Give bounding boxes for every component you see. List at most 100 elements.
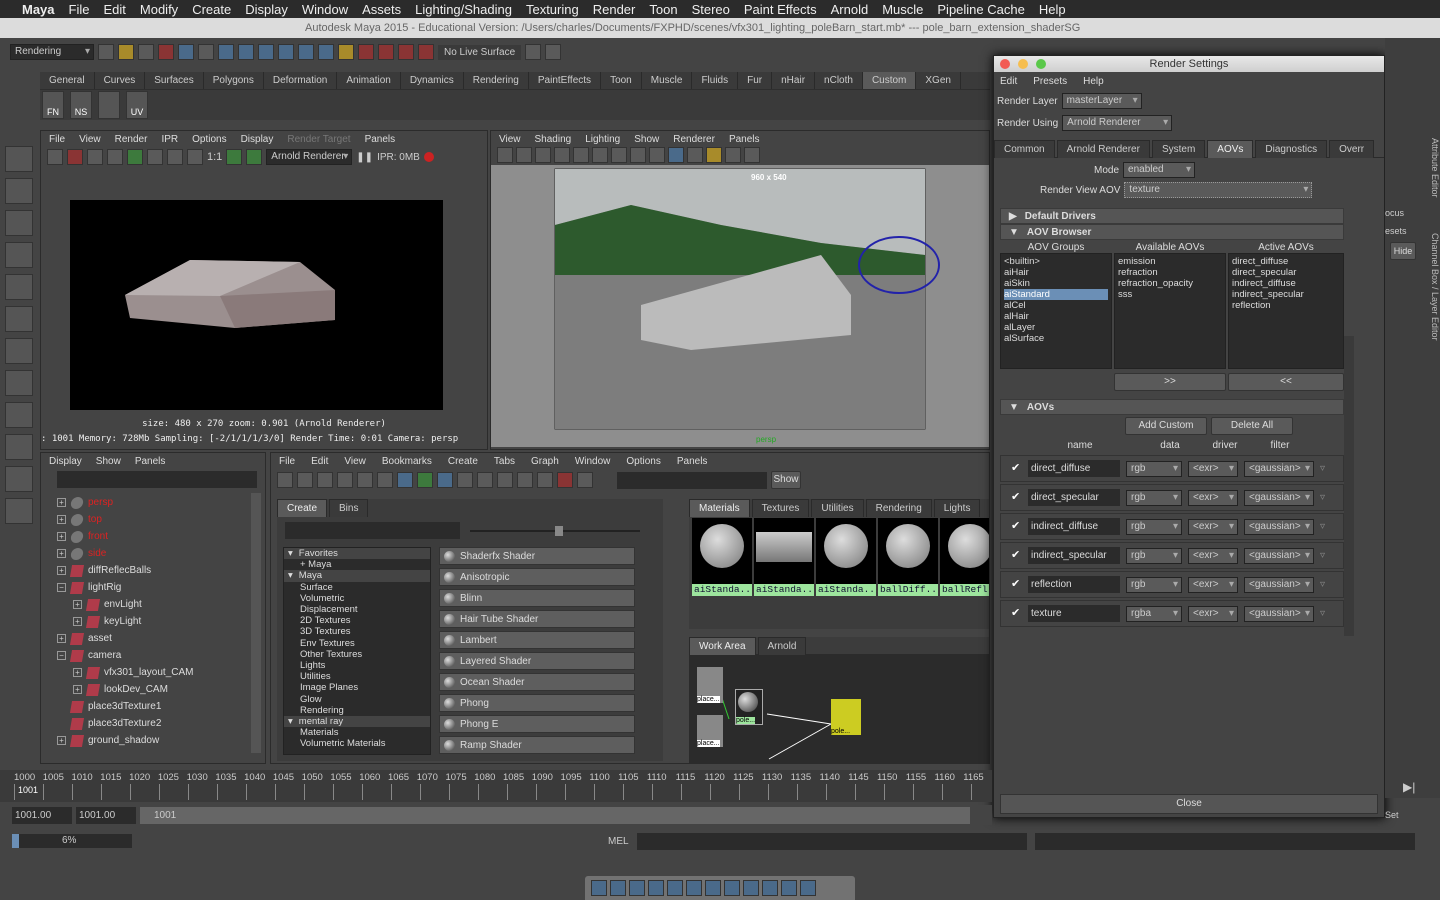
menu-modify[interactable]: Modify bbox=[140, 2, 178, 17]
expand-toggle-icon[interactable]: + bbox=[57, 634, 66, 643]
category-item[interactable]: Surface bbox=[284, 582, 430, 593]
aov-name-field[interactable]: texture bbox=[1028, 605, 1120, 622]
aov-groups-list[interactable]: <builtin> aiHair aiSkin aiStandard alCel alHa… bbox=[1000, 253, 1112, 369]
menu-edit[interactable]: Edit bbox=[103, 2, 125, 17]
expand-toggle-icon[interactable]: + bbox=[57, 566, 66, 575]
shader-button[interactable]: Anisotropic bbox=[439, 568, 635, 586]
start-time-field[interactable]: 1001.00 bbox=[12, 806, 72, 824]
enabled-checkbox[interactable]: ✔ bbox=[1011, 463, 1022, 474]
lasso-tool-icon[interactable] bbox=[5, 178, 33, 204]
shader-button[interactable]: Layered Shader bbox=[439, 652, 635, 670]
shelf-tab-surfaces[interactable]: Surfaces bbox=[145, 72, 204, 89]
render-settings-menu-item[interactable]: Help bbox=[1083, 76, 1104, 87]
aov-data-dropdown[interactable]: rgb bbox=[1126, 489, 1182, 506]
menu-stereo[interactable]: Stereo bbox=[692, 2, 730, 17]
close-button[interactable]: Close bbox=[1000, 794, 1378, 814]
shelf-tab-custom[interactable]: Custom bbox=[862, 72, 917, 89]
collapse-arrow-icon[interactable]: ▾ bbox=[288, 548, 293, 559]
menu-arnold[interactable]: Arnold bbox=[831, 2, 869, 17]
remove-image-icon[interactable] bbox=[246, 149, 263, 165]
display-icon[interactable] bbox=[147, 149, 163, 165]
render-view-menu-item[interactable]: Render Target bbox=[287, 134, 350, 145]
aov-name-field[interactable]: direct_specular bbox=[1028, 489, 1120, 506]
aov-driver-dropdown[interactable]: <exr> bbox=[1188, 460, 1238, 477]
launchpad-icon[interactable] bbox=[610, 880, 626, 896]
aovs-section[interactable]: ▼ AOVs bbox=[1000, 399, 1344, 415]
region-icon[interactable] bbox=[107, 149, 123, 165]
outliner-menu-item[interactable]: Display bbox=[49, 456, 82, 467]
panel-icon[interactable] bbox=[525, 44, 542, 60]
aov-name-field[interactable]: indirect_diffuse bbox=[1028, 518, 1120, 535]
tab-aovs[interactable]: AOVs bbox=[1207, 139, 1254, 158]
scale-tool-icon[interactable] bbox=[5, 306, 33, 332]
category-item[interactable]: ▾ mental ray bbox=[284, 716, 430, 728]
shader-button[interactable]: Hair Tube Shader bbox=[439, 610, 635, 628]
expand-toggle-icon[interactable]: + bbox=[57, 515, 66, 524]
shader-button[interactable]: Blinn bbox=[439, 589, 635, 607]
render-settings-scrollbar[interactable] bbox=[1344, 336, 1354, 636]
delete-all-button[interactable]: Delete All bbox=[1211, 417, 1293, 435]
render-frame-icon[interactable] bbox=[47, 149, 63, 165]
snap-point-icon[interactable] bbox=[258, 44, 274, 60]
aov-group-item[interactable]: aiSkin bbox=[1004, 278, 1108, 289]
shader-button[interactable]: Shaderfx Shader bbox=[439, 547, 635, 565]
create-tab-create[interactable]: Create bbox=[277, 498, 328, 517]
show-button[interactable]: Show bbox=[771, 471, 801, 489]
hypershade-menu-item[interactable]: Create bbox=[448, 456, 478, 467]
shelf-tab-deformation[interactable]: Deformation bbox=[264, 72, 338, 89]
render-view-menu-item[interactable]: Options bbox=[192, 134, 226, 145]
expand-toggle-icon[interactable] bbox=[57, 719, 66, 728]
outliner-item[interactable]: + top bbox=[57, 511, 265, 528]
ratio-button[interactable]: 1:1 bbox=[207, 151, 222, 163]
pause-icon[interactable]: ❚❚ bbox=[356, 152, 373, 163]
work-tab-work-area[interactable]: Work Area bbox=[689, 636, 756, 655]
aov-filter-dropdown[interactable]: <gaussian> bbox=[1244, 460, 1314, 477]
expand-toggle-icon[interactable]: + bbox=[73, 600, 82, 609]
active-aovs-list[interactable]: direct_diffuse direct_specular indirect_di… bbox=[1228, 253, 1344, 369]
shelf-tab-animation[interactable]: Animation bbox=[337, 72, 401, 89]
viewport-menu-item[interactable]: Renderer bbox=[673, 134, 715, 145]
outliner-item[interactable]: + diffReflecBalls bbox=[57, 562, 265, 579]
shader-button[interactable]: Phong E bbox=[439, 715, 635, 733]
skype-icon[interactable] bbox=[686, 880, 702, 896]
aov-options-arrow-icon[interactable]: ▿ bbox=[1320, 521, 1325, 532]
expand-toggle-icon[interactable]: + bbox=[73, 685, 82, 694]
aov-filter-dropdown[interactable]: <gaussian> bbox=[1244, 489, 1314, 506]
aov-filter-dropdown[interactable]: <gaussian> bbox=[1244, 605, 1314, 622]
active-aov-item[interactable]: direct_diffuse bbox=[1232, 256, 1340, 267]
render-layer-dropdown[interactable]: masterLayer bbox=[1061, 93, 1142, 109]
last-tool-icon[interactable] bbox=[5, 338, 33, 364]
ipr-render-icon[interactable] bbox=[67, 149, 83, 165]
expand-toggle-icon[interactable]: + bbox=[73, 668, 82, 677]
shelf-tab-nhair[interactable]: nHair bbox=[772, 72, 816, 89]
active-aov-item[interactable]: indirect_specular bbox=[1232, 289, 1340, 300]
snapshot-icon[interactable] bbox=[87, 149, 103, 165]
alpha-icon[interactable] bbox=[187, 149, 203, 165]
shelf-tab-muscle[interactable]: Muscle bbox=[642, 72, 693, 89]
rotate-tool-icon[interactable] bbox=[5, 274, 33, 300]
render-settings-menu-item[interactable]: Presets bbox=[1033, 76, 1067, 87]
menu-display[interactable]: Display bbox=[245, 2, 288, 17]
aov-browser-section[interactable]: ▼ AOV Browser bbox=[1000, 224, 1344, 240]
collapse-arrow-icon[interactable]: ▾ bbox=[288, 570, 293, 581]
menu-paint-effects[interactable]: Paint Effects bbox=[744, 2, 817, 17]
hypershade-menu-item[interactable]: Panels bbox=[677, 456, 708, 467]
mail-icon[interactable] bbox=[667, 880, 683, 896]
shelf-tab-general[interactable]: General bbox=[40, 72, 95, 89]
preview-icon[interactable] bbox=[743, 880, 759, 896]
bin-tab-lights[interactable]: Lights bbox=[933, 498, 981, 517]
safari-icon[interactable] bbox=[648, 880, 664, 896]
shader-button[interactable]: Ocean Shader bbox=[439, 673, 635, 691]
expand-toggle-icon[interactable]: + bbox=[57, 549, 66, 558]
material-swatch[interactable]: aiStanda... bbox=[754, 518, 814, 596]
menu-render[interactable]: Render bbox=[593, 2, 636, 17]
category-item[interactable]: Lights bbox=[284, 660, 430, 671]
create-filter-field[interactable] bbox=[285, 522, 460, 539]
aov-group-item[interactable]: alLayer bbox=[1004, 322, 1108, 333]
select-object-icon[interactable] bbox=[178, 44, 194, 60]
snap-plane-icon[interactable] bbox=[278, 44, 294, 60]
shelf-button-fn[interactable]: FN bbox=[42, 91, 64, 119]
expand-toggle-icon[interactable] bbox=[57, 702, 66, 711]
bin-tab-materials[interactable]: Materials bbox=[689, 498, 750, 517]
enabled-checkbox[interactable]: ✔ bbox=[1011, 579, 1022, 590]
